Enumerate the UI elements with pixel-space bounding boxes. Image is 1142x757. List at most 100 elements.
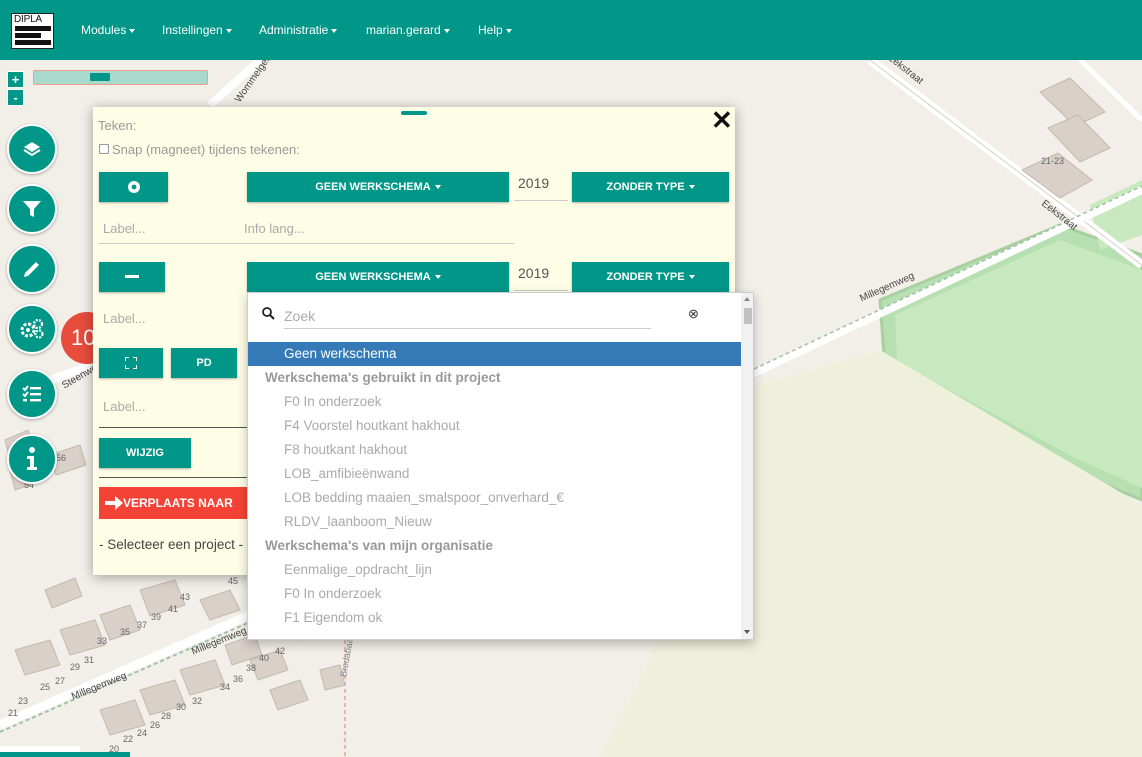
type-select-label: ZONDER TYPE [606, 181, 685, 193]
verplaats-label: VERPLAATS NAAR [123, 496, 233, 510]
info-input-point[interactable]: Info lang... [244, 221, 305, 236]
dropdown-option[interactable]: F8 houtkant hakhout [248, 438, 741, 462]
caret-down-icon [688, 185, 695, 190]
werkschema-dropdown: ⊗ Geen werkschema Werkschema's gebruikt … [247, 292, 754, 640]
pd-button[interactable]: PD [171, 348, 237, 378]
dropdown-group-header: Werkschema's van mijn organisatie [265, 538, 494, 553]
search-icon [262, 307, 275, 320]
draw-point-button[interactable] [99, 172, 168, 202]
project-select[interactable]: - Selecteer een project - [99, 537, 243, 552]
filter-button[interactable] [7, 184, 57, 234]
panel-drag-handle[interactable] [401, 111, 427, 115]
dropdown-option[interactable]: LOB bedding maaien_smalspoor_onverhard_€ [248, 486, 741, 510]
filter-icon [23, 201, 41, 217]
expand-icon [124, 356, 138, 371]
map-label-house-number: 28 [161, 711, 172, 721]
close-icon[interactable]: ✕ [711, 107, 733, 133]
caret-down-icon [434, 185, 441, 190]
label-input-point[interactable]: Label... [103, 221, 146, 236]
map-label-house-number: 27 [55, 676, 66, 686]
settings-button[interactable] [7, 304, 57, 354]
dropdown-option[interactable]: F4 Voorstel houtkant hakhout [248, 414, 741, 438]
snap-checkbox[interactable] [99, 144, 109, 154]
map-label-house-number: 22 [123, 734, 134, 744]
map-label-house-number: 24 [137, 728, 148, 738]
snap-label: Snap (magneet) tijdens tekenen: [112, 142, 300, 157]
wijzig-button[interactable]: WIJZIG [99, 438, 191, 468]
dropdown-option[interactable]: Eenmalige_opdracht_lijn [248, 558, 741, 582]
type-select-label: ZONDER TYPE [606, 271, 685, 283]
dropdown-option[interactable]: F0 In onderzoek [248, 582, 741, 606]
dropdown-option[interactable]: RLDV_laanboom_Nieuw [248, 510, 741, 534]
layers-button[interactable] [7, 124, 57, 174]
map-label-house-number: 33 [97, 636, 108, 646]
checklist-icon [22, 385, 41, 402]
scroll-down-icon[interactable] [744, 630, 750, 634]
caret-down-icon [225, 28, 232, 33]
arrow-right-icon [105, 496, 123, 510]
label-input-line[interactable]: Label... [103, 311, 146, 326]
year-underline [514, 200, 568, 201]
minimap-handle[interactable] [90, 73, 110, 81]
nav-instellingen[interactable]: Instellingen [162, 0, 232, 60]
map-label-house-number: 23 [18, 696, 29, 706]
werkschema-select-label: GEEN WERKSCHEMA [315, 181, 431, 193]
year-underline [514, 290, 568, 291]
verplaats-button[interactable]: VERPLAATS NAAR [99, 487, 247, 519]
year-value[interactable]: 2019 [518, 175, 549, 191]
label-input-polygon[interactable]: Label... [103, 399, 146, 414]
map-label-house-number: 21-23 [1041, 156, 1065, 166]
caret-down-icon [505, 28, 512, 33]
logo-text: DIPLA [14, 14, 42, 25]
type-select-point[interactable]: ZONDER TYPE [572, 172, 729, 202]
draw-line-button[interactable] [99, 262, 165, 292]
map-label-house-number: 45 [228, 576, 239, 586]
row-divider [99, 427, 253, 428]
map-label-house-number: 39 [151, 612, 162, 622]
dropdown-option[interactable]: LOB_amfibieënwand [248, 462, 741, 486]
teken-label: Teken: [98, 118, 137, 133]
draw-polygon-button[interactable] [99, 348, 163, 378]
zoom-in-button[interactable]: + [7, 71, 24, 88]
dropdown-option[interactable]: Geen werkschema [248, 342, 741, 366]
map-label-house-number: 35 [120, 627, 131, 637]
map-label-house-number: 32 [192, 696, 203, 706]
nav-modules-label: Modules [81, 23, 127, 37]
row-divider [99, 243, 514, 244]
dropdown-scrollbar[interactable] [741, 293, 753, 639]
map-label-house-number: 36 [233, 674, 244, 684]
year-value[interactable]: 2019 [518, 265, 549, 281]
minimap-slider[interactable] [33, 70, 208, 85]
nav-administratie[interactable]: Administratie [259, 0, 338, 60]
info-button[interactable] [7, 434, 57, 484]
werkschema-select-label: GEEN WERKSCHEMA [315, 271, 431, 283]
nav-help[interactable]: Help [478, 0, 512, 60]
dropdown-option[interactable]: F1 Eigendom ok [248, 606, 741, 630]
dropdown-search-input[interactable] [284, 303, 651, 329]
logo-bar-2 [15, 33, 41, 38]
caret-down-icon [443, 28, 450, 33]
nav-help-label: Help [478, 23, 503, 37]
dipla-logo[interactable]: DIPLA [11, 13, 54, 49]
tasks-button[interactable] [7, 369, 57, 419]
nav-modules[interactable]: Modules [81, 0, 136, 60]
info-icon [27, 447, 37, 470]
nav-user[interactable]: marian.gerard [366, 0, 450, 60]
map-label-house-number: 34 [220, 682, 231, 692]
zoom-out-button[interactable]: - [7, 89, 24, 106]
scroll-thumb[interactable] [744, 308, 752, 324]
minus-icon [125, 275, 139, 279]
logo-bar-1 [15, 26, 51, 31]
caret-down-icon [434, 275, 441, 280]
werkschema-select-line[interactable]: GEEN WERKSCHEMA [247, 262, 509, 292]
map-label-house-number: 42 [275, 646, 286, 656]
row-divider [99, 477, 253, 478]
scroll-up-icon[interactable] [744, 297, 750, 301]
target-icon [127, 181, 140, 194]
caret-down-icon [688, 275, 695, 280]
dropdown-option[interactable]: F0 In onderzoek [248, 390, 741, 414]
type-select-line[interactable]: ZONDER TYPE [572, 262, 729, 292]
edit-button[interactable] [7, 244, 57, 294]
werkschema-select-point[interactable]: GEEN WERKSCHEMA [247, 172, 509, 202]
clear-search-icon[interactable]: ⊗ [688, 306, 699, 322]
